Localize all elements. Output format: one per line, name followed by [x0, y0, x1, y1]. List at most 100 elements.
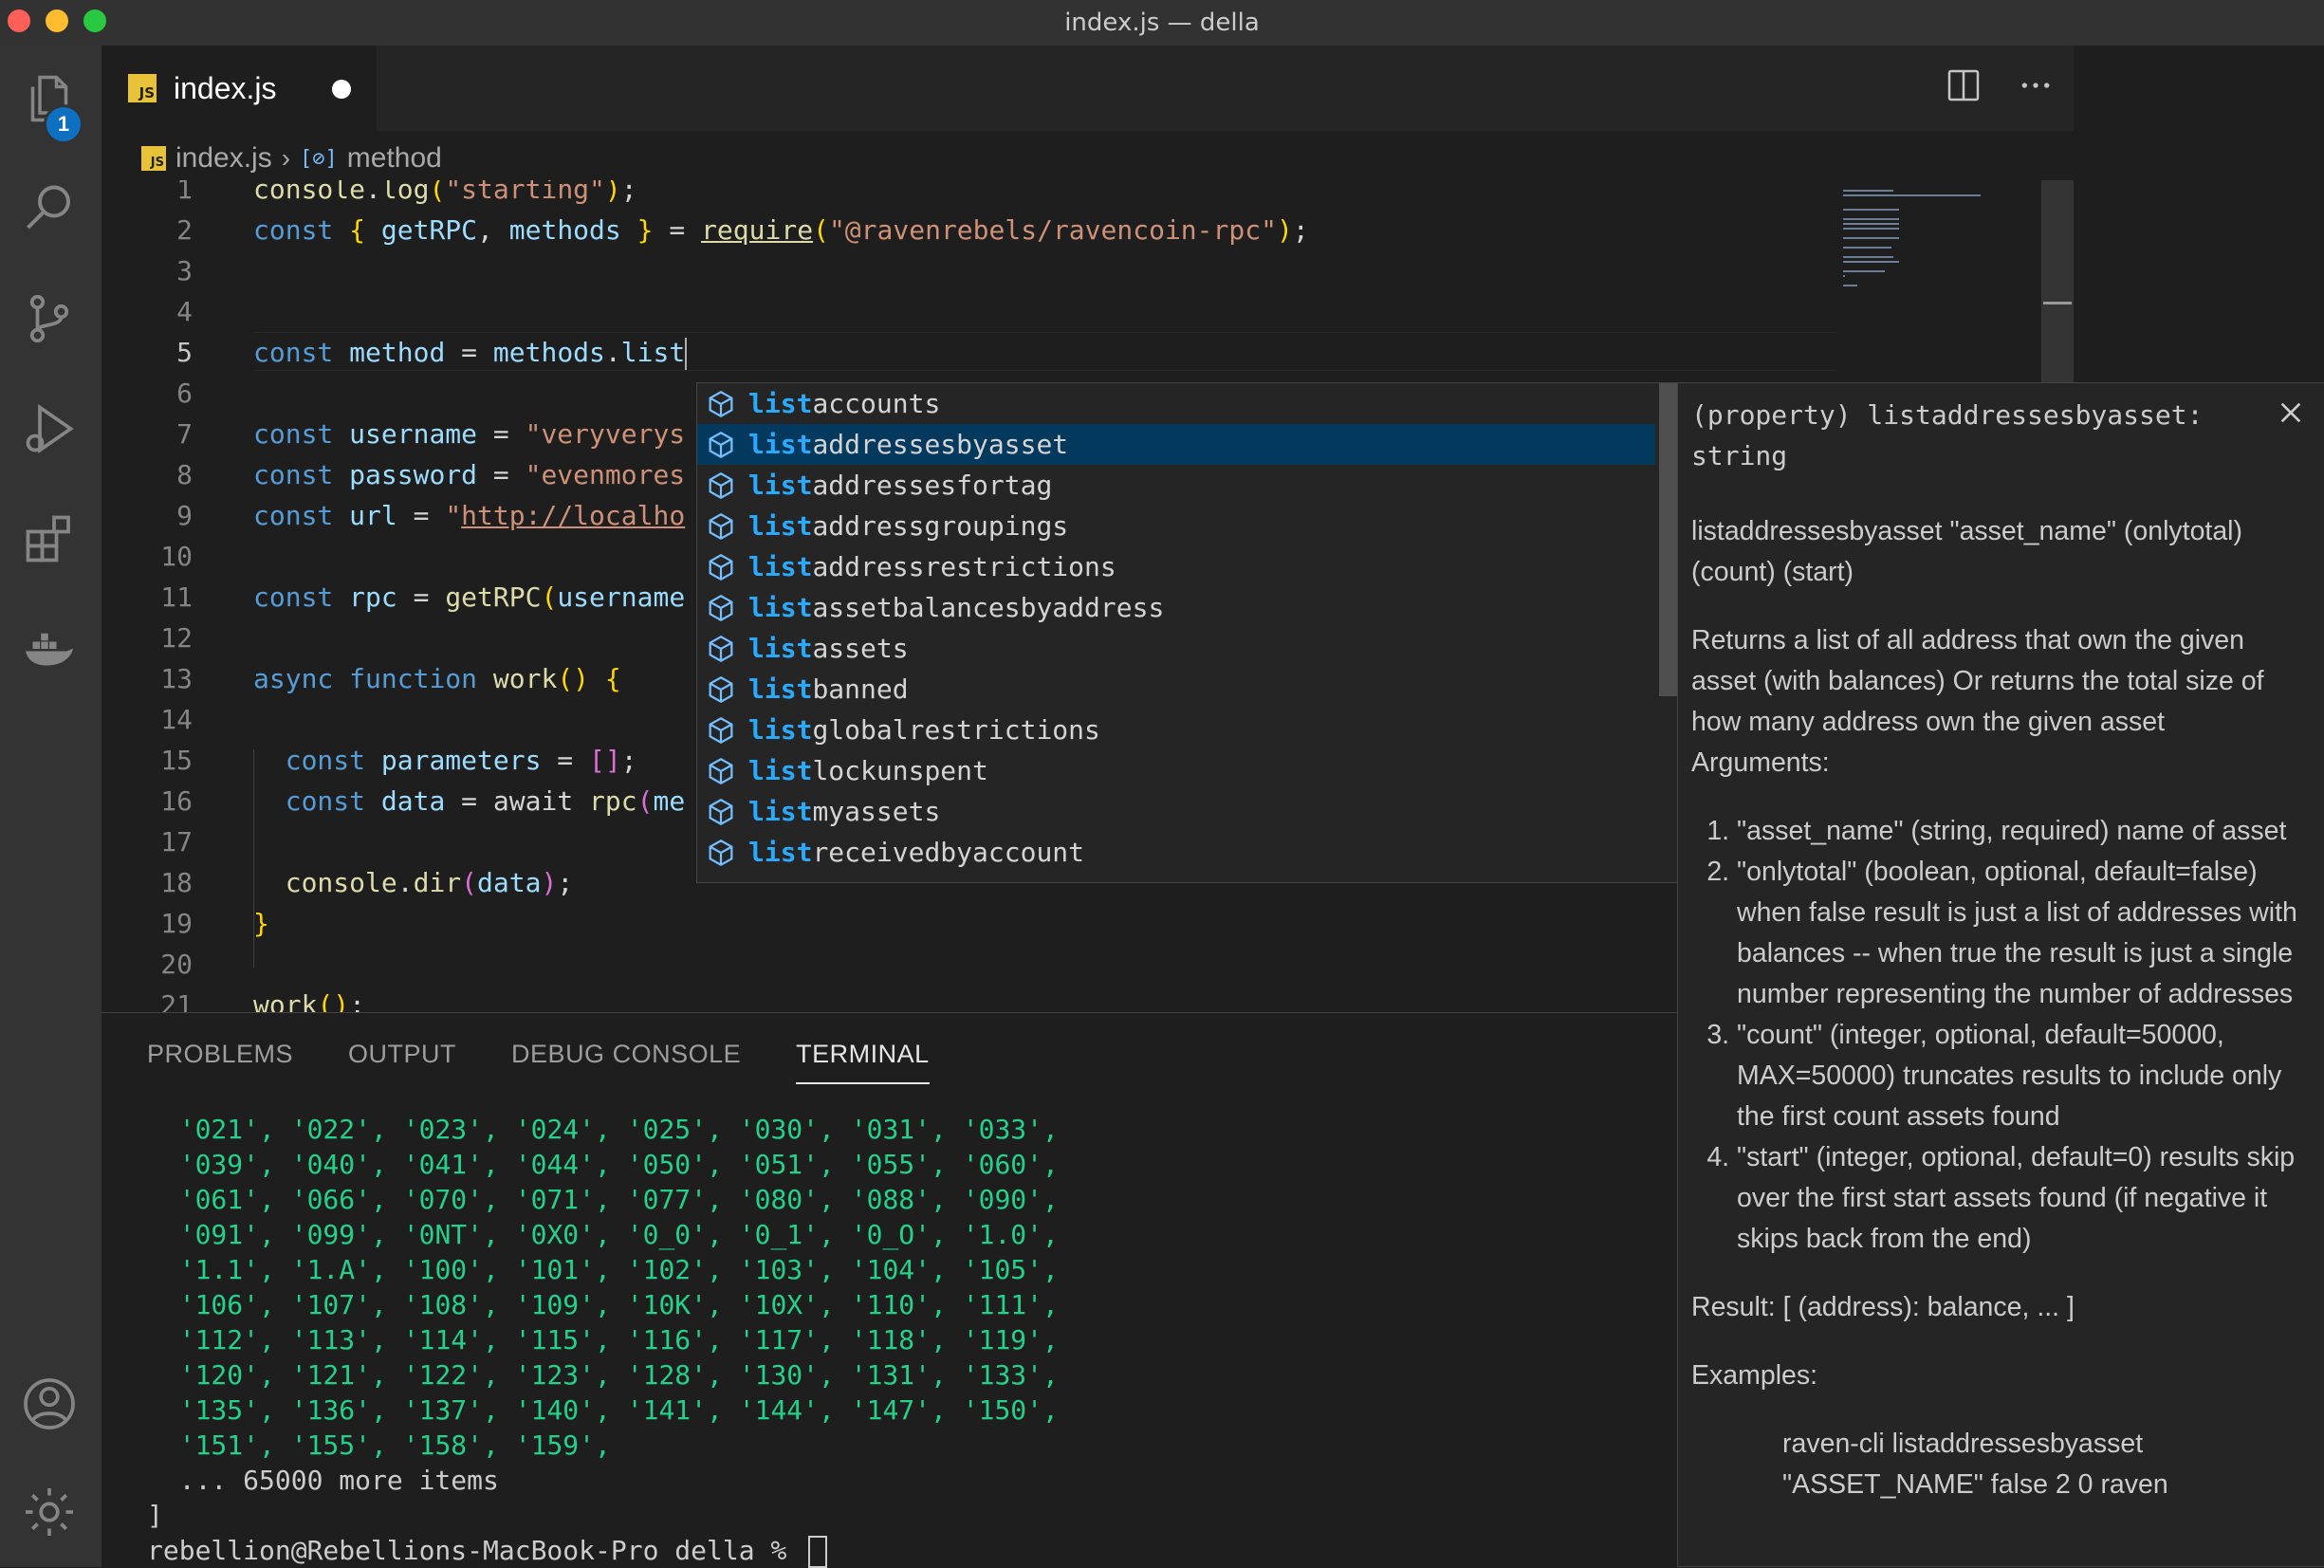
minimap-line [1843, 190, 1893, 192]
suggest-item[interactable]: list myassets [697, 791, 1655, 832]
code-token: getRPC [445, 581, 542, 613]
activity-bar: 1 [0, 46, 101, 1567]
code-token: = [397, 581, 446, 613]
code-token: username [349, 418, 478, 450]
more-actions-icon[interactable] [2017, 66, 2055, 104]
code-token: ( [813, 214, 829, 246]
code-token: ) [604, 180, 621, 205]
minimap[interactable] [1837, 180, 2037, 294]
terminal-line: '151', '155', '158', '159', [147, 1428, 1059, 1463]
suggest-item[interactable]: list lockunspent [697, 750, 1655, 791]
suggest-scrollbar[interactable] [1659, 383, 1678, 696]
suggest-item[interactable]: list receivedbyaccount [697, 832, 1655, 873]
code-token: const [253, 214, 334, 246]
suggest-item[interactable]: list addressgroupings [697, 506, 1655, 546]
suggest-item[interactable]: list addressesbyasset [697, 424, 1655, 465]
code-token: = [477, 418, 526, 450]
code-token: ( [429, 180, 446, 205]
property-cube-icon [709, 390, 733, 417]
property-cube-icon [709, 512, 733, 540]
extensions-icon[interactable] [19, 508, 80, 569]
code-token: "starting" [445, 180, 605, 205]
tab-terminal[interactable]: TERMINAL [796, 1040, 930, 1084]
code-token: async [253, 663, 334, 694]
breadcrumb-symbol[interactable]: method [347, 142, 442, 175]
line-number: 9 [176, 500, 193, 531]
minimap-line [1843, 256, 1893, 258]
suggest-item[interactable]: list addressesfortag [697, 465, 1655, 506]
suggest-item-label: addressesfortag [812, 470, 1053, 501]
code-token: const [253, 459, 334, 490]
code-token: = [477, 459, 526, 490]
line-content: const username = "veryverys [253, 414, 685, 454]
text-cursor [685, 338, 688, 370]
tab-debug-console[interactable]: DEBUG CONSOLE [511, 1040, 741, 1084]
tab-output[interactable]: OUTPUT [348, 1040, 456, 1084]
suggest-item[interactable]: list addressrestrictions [697, 546, 1655, 587]
code-token: ( [461, 867, 478, 898]
line-number: 16 [160, 785, 193, 817]
suggest-item[interactable]: list assets [697, 628, 1655, 669]
code-line[interactable]: 4 [101, 291, 1837, 332]
terminal-indent [147, 1149, 179, 1180]
suggest-item[interactable]: list accounts [697, 383, 1655, 424]
terminal-indent [147, 1114, 179, 1145]
terminal-line: '091', '099', '0NT', '0X0', '0_0', '0_1'… [147, 1217, 1059, 1252]
tab-filename: index.js [174, 70, 277, 105]
chevron-right-icon: › [281, 143, 291, 173]
minimize-window-button[interactable] [46, 9, 68, 32]
close-window-button[interactable] [8, 9, 30, 32]
code-token: me [653, 785, 686, 817]
code-token: url [349, 500, 397, 531]
suggest-match-prefix: list [748, 633, 813, 664]
line-content: async function work() { [253, 658, 621, 699]
suggest-item[interactable]: list globalrestrictions [697, 710, 1655, 750]
scroll-cursor-marker [2043, 302, 2072, 304]
terminal[interactable]: '021', '022', '023', '024', '025', '030'… [147, 1112, 1059, 1568]
tab-index-js[interactable]: JS index.js [101, 46, 377, 131]
code-token: http://localho [461, 500, 686, 531]
code-line[interactable]: 3 [101, 250, 1837, 291]
suggest-widget: list accounts list addressesbyasset list addr… [696, 382, 1679, 883]
line-number: 1 [176, 180, 193, 205]
tab-problems[interactable]: PROBLEMS [147, 1040, 293, 1084]
terminal-line: '106', '107', '108', '109', '10K', '10X'… [147, 1287, 1059, 1322]
code-line[interactable]: 1 console.log("starting"); [101, 180, 1837, 210]
search-icon[interactable] [19, 178, 80, 239]
details-arg: "asset_name" (string, required) name of … [1737, 811, 2308, 852]
account-icon[interactable] [19, 1374, 80, 1434]
suggest-item-label: accounts [812, 388, 941, 419]
gear-icon[interactable] [19, 1482, 80, 1542]
code-line[interactable]: 5 const method = methods.list [101, 332, 1837, 373]
code-line[interactable]: 19} [101, 903, 1837, 944]
line-content: console.dir(data); [253, 862, 573, 903]
line-content: const method = methods.list [253, 332, 688, 373]
code-line[interactable]: 20 [101, 944, 1837, 985]
breadcrumb-file[interactable]: index.js [175, 142, 272, 175]
terminal-line: '135', '136', '137', '140', '141', '144'… [147, 1393, 1059, 1428]
suggest-item[interactable]: list assetbalancesbyaddress [697, 587, 1655, 628]
terminal-string-values: '151', '155', '158', '159', [178, 1430, 611, 1461]
suggest-item[interactable]: list banned [697, 669, 1655, 710]
source-control-icon[interactable] [19, 288, 80, 349]
split-editor-icon[interactable] [1945, 66, 1983, 104]
code-token: data [477, 867, 542, 898]
docker-icon[interactable] [19, 618, 80, 679]
line-number: 20 [160, 949, 193, 980]
close-icon[interactable] [2276, 397, 2314, 434]
terminal-indent [147, 1324, 179, 1356]
terminal-string-values: '039', '040', '041', '044', '050', '051'… [178, 1149, 1059, 1180]
terminal-string-values: '021', '022', '023', '024', '025', '030'… [178, 1114, 1059, 1145]
details-usage: listaddressesbyasset "asset_name" (onlyt… [1691, 516, 2243, 587]
terminal-prompt[interactable]: rebellion@Rebellions-MacBook-Pro della % [147, 1533, 1059, 1568]
code-line[interactable]: 2 const { getRPC, methods } = require("@r… [101, 210, 1837, 250]
line-content: const password = "evenmores [253, 454, 685, 495]
unsaved-dot-icon[interactable] [332, 80, 351, 99]
terminal-string-values: '112', '113', '114', '115', '116', '117'… [178, 1324, 1059, 1356]
line-content: const rpc = getRPC(username [253, 577, 685, 618]
zoom-window-button[interactable] [83, 9, 106, 32]
run-debug-icon[interactable] [19, 398, 80, 459]
line-number: 3 [176, 255, 193, 286]
